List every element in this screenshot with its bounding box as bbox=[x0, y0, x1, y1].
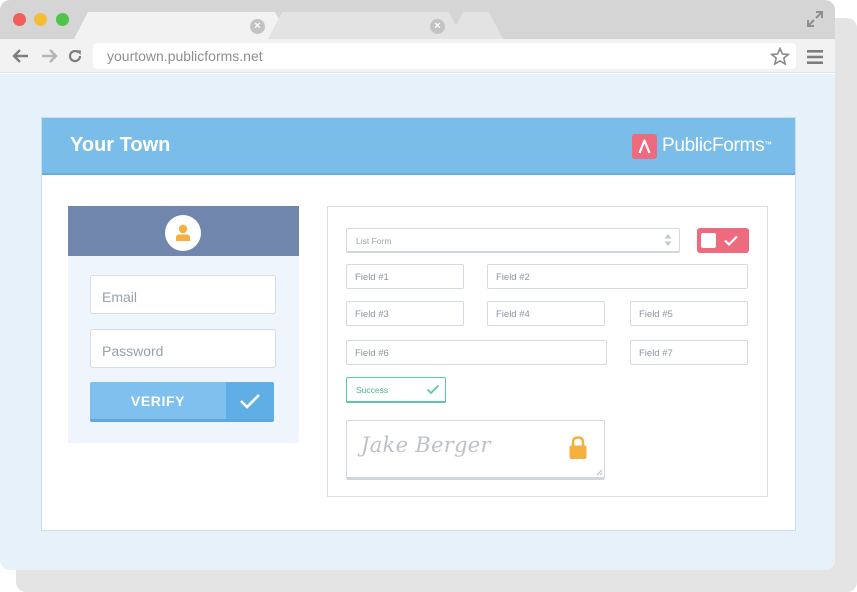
brand-trademark: ™ bbox=[764, 140, 772, 149]
back-arrow-icon[interactable] bbox=[12, 48, 30, 64]
form-field-1[interactable]: Field #1 bbox=[346, 264, 464, 289]
brand-name: PublicForms bbox=[662, 135, 765, 156]
form-field-3[interactable]: Field #3 bbox=[346, 301, 464, 326]
minimize-window-button[interactable] bbox=[34, 13, 47, 26]
signature-field[interactable]: Jake Berger bbox=[346, 420, 605, 480]
avatar bbox=[165, 215, 201, 251]
page-title: Your Town bbox=[70, 134, 171, 156]
checkmark-icon bbox=[240, 394, 260, 409]
form-field-4[interactable]: Field #4 bbox=[487, 301, 605, 326]
tab-close-icon[interactable]: × bbox=[250, 19, 265, 34]
form-builder-panel: List Form Field #1 Field #2 Field #3 Fie… bbox=[327, 206, 768, 497]
checkmark-icon bbox=[724, 235, 738, 247]
lock-icon bbox=[569, 436, 587, 459]
menu-icon[interactable] bbox=[806, 49, 824, 65]
signature-text: Jake Berger bbox=[361, 433, 491, 457]
verify-button[interactable]: VERIFY bbox=[90, 382, 274, 422]
card-header: Your Town PublicForms ™ bbox=[42, 118, 795, 175]
browser-tab[interactable]: × bbox=[268, 12, 463, 39]
success-check-icon bbox=[426, 384, 440, 395]
url-bar[interactable]: yourtown.publicforms.net bbox=[93, 43, 796, 69]
verify-button-label: VERIFY bbox=[130, 393, 186, 409]
success-label: Success bbox=[356, 385, 389, 395]
login-panel-header bbox=[68, 206, 299, 256]
expand-icon[interactable] bbox=[805, 9, 825, 29]
publicforms-logo-icon bbox=[632, 134, 657, 159]
tab-close-icon[interactable]: × bbox=[430, 19, 445, 34]
checkbox-box bbox=[701, 233, 716, 248]
new-tab-button[interactable] bbox=[449, 12, 503, 39]
list-form-select[interactable]: List Form bbox=[346, 228, 680, 253]
password-field[interactable]: Password bbox=[90, 329, 276, 368]
tab-shape bbox=[449, 12, 503, 39]
close-window-button[interactable] bbox=[13, 13, 26, 26]
forward-arrow-icon[interactable] bbox=[40, 48, 58, 64]
reload-icon[interactable] bbox=[67, 48, 83, 64]
browser-window: × × yourtown.publicforms.net Your Town P… bbox=[0, 0, 835, 570]
email-field[interactable]: Email bbox=[90, 275, 276, 314]
bookmark-star-icon[interactable] bbox=[770, 47, 790, 66]
address-bar: yourtown.publicforms.net bbox=[0, 39, 835, 73]
list-form-label: List Form bbox=[356, 236, 392, 246]
login-panel: Email Password VERIFY bbox=[68, 206, 299, 443]
select-arrows-icon bbox=[664, 234, 672, 246]
verify-check-area bbox=[226, 382, 274, 419]
form-field-6[interactable]: Field #6 bbox=[346, 340, 607, 365]
form-field-7[interactable]: Field #7 bbox=[630, 340, 748, 365]
checkbox-toggle[interactable] bbox=[697, 228, 749, 253]
success-field[interactable]: Success bbox=[346, 377, 446, 403]
resize-handle-icon[interactable] bbox=[596, 469, 603, 476]
form-field-5[interactable]: Field #5 bbox=[630, 301, 748, 326]
url-text: yourtown.publicforms.net bbox=[107, 48, 263, 64]
maximize-window-button[interactable] bbox=[56, 13, 69, 26]
browser-titlebar: × × bbox=[0, 0, 835, 39]
browser-tab-active[interactable]: × bbox=[74, 12, 289, 39]
form-field-2[interactable]: Field #2 bbox=[487, 264, 748, 289]
user-icon bbox=[176, 224, 190, 241]
